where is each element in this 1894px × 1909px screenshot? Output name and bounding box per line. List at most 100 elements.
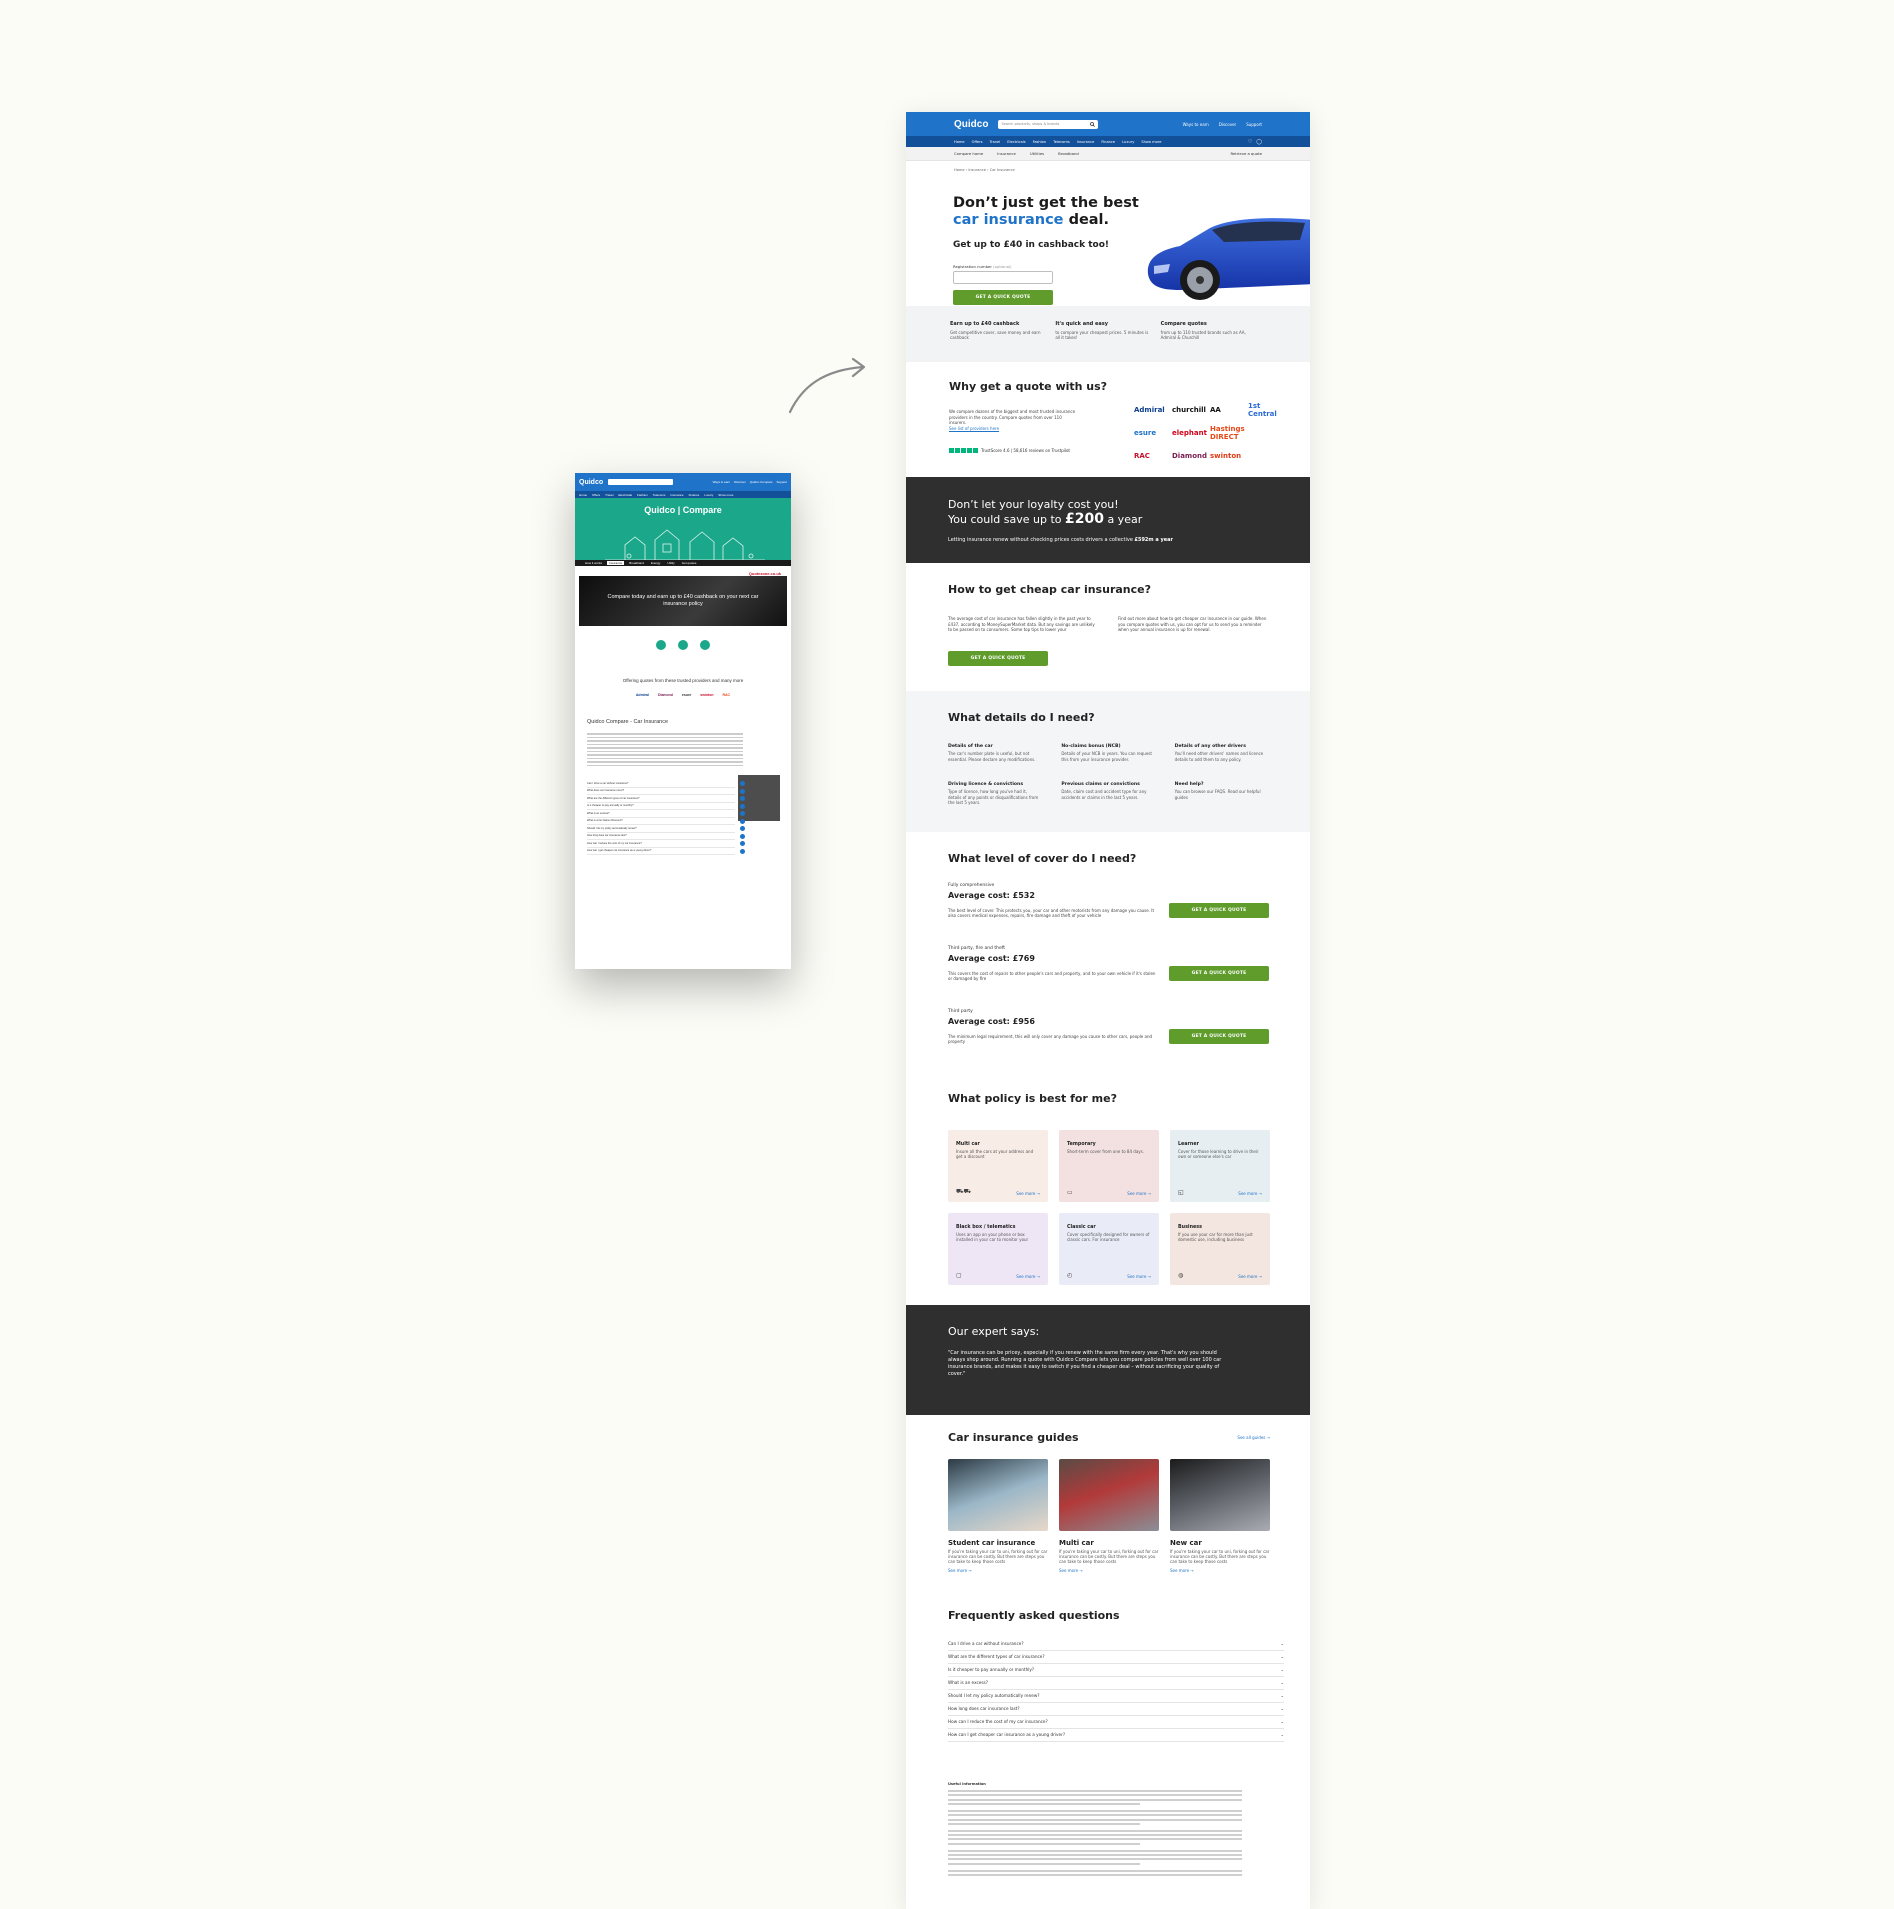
- old-nav-item[interactable]: Show more: [718, 493, 733, 497]
- policy-see-more-link[interactable]: See more →: [1238, 1191, 1262, 1196]
- header-link[interactable]: Discover: [1219, 122, 1236, 127]
- old-nav-item[interactable]: Offers: [592, 493, 600, 497]
- cover-quote-button[interactable]: GET A QUICK QUOTE: [1169, 1028, 1269, 1044]
- old-logo[interactable]: Quidco: [579, 479, 603, 486]
- sub-nav-item[interactable]: Insurance: [997, 151, 1016, 156]
- old-nav-item[interactable]: Travel: [605, 493, 613, 497]
- policy-see-more-link[interactable]: See more →: [1016, 1191, 1040, 1196]
- registration-input[interactable]: [953, 271, 1053, 284]
- policy-card[interactable]: Black box / telematics Uses an app on you…: [948, 1212, 1048, 1285]
- policy-see-more-link[interactable]: See more →: [1127, 1191, 1151, 1196]
- search-input[interactable]: Search products, shops & brands: [998, 119, 1099, 129]
- nav-item[interactable]: Fashion: [1033, 140, 1047, 144]
- nav-item[interactable]: Show more: [1141, 140, 1161, 144]
- old-faq-item[interactable]: What is a No Claims Discount?: [587, 818, 745, 825]
- faq-item[interactable]: How can I get cheaper car insurance as a…: [948, 1729, 1284, 1743]
- loyalty-text-body: Letting insurance renew without checking…: [948, 537, 1135, 543]
- old-tab[interactable]: Insurance: [607, 561, 625, 565]
- old-nav-item[interactable]: Fashion: [637, 493, 648, 497]
- guide-card[interactable]: New car If you're taking your car to uni,…: [1170, 1458, 1270, 1573]
- providers-link[interactable]: See list of providers here: [949, 426, 999, 431]
- old-tab[interactable]: Energy: [649, 561, 663, 565]
- old-header-link[interactable]: Quidco Compare: [750, 480, 773, 484]
- cheap-quote-button[interactable]: GET A QUICK QUOTE: [948, 650, 1048, 666]
- faq-item[interactable]: Is it cheaper to pay annually or monthly…: [948, 1664, 1284, 1678]
- old-header-link[interactable]: Discover: [734, 480, 746, 484]
- sub-nav-item[interactable]: Utilities: [1030, 151, 1044, 156]
- guide-text: If you're taking your car to uni, forkin…: [1170, 1548, 1270, 1564]
- sub-nav-item[interactable]: Compare home: [954, 151, 983, 156]
- retrieve-quote-link[interactable]: Retrieve a quote: [1230, 151, 1262, 156]
- heart-icon[interactable]: ♡: [1248, 139, 1252, 145]
- nav-item[interactable]: Offers: [972, 140, 983, 144]
- policy-card[interactable]: Learner Cover for those learning to drive…: [1170, 1129, 1270, 1202]
- faq-item[interactable]: What are the different types of car insu…: [948, 1651, 1284, 1665]
- old-header-link[interactable]: Ways to earn: [713, 480, 731, 484]
- old-faq-item[interactable]: Is it cheaper to pay annually or monthly…: [587, 803, 745, 810]
- policy-see-more-link[interactable]: See more →: [1127, 1274, 1151, 1279]
- provider-logo: RAC: [1134, 452, 1150, 460]
- old-search-input[interactable]: [608, 479, 674, 485]
- policy-see-more-link[interactable]: See more →: [1238, 1274, 1262, 1279]
- old-faq-item[interactable]: What is an excess?: [587, 810, 745, 818]
- old-faq-item[interactable]: How can I reduce the cost of my car insu…: [587, 840, 745, 848]
- search-icon[interactable]: [1090, 121, 1096, 127]
- faq-item[interactable]: Should I let my policy automatically ren…: [948, 1690, 1284, 1704]
- nav-item[interactable]: Luxury: [1122, 140, 1134, 144]
- faq-item[interactable]: How long does car insurance last? ⌄: [948, 1703, 1284, 1717]
- old-nav-item[interactable]: Telecoms: [653, 493, 666, 497]
- old-nav-item[interactable]: Home: [579, 493, 587, 497]
- nav-item[interactable]: Home: [954, 140, 965, 144]
- nav-item[interactable]: Travel: [990, 140, 1001, 144]
- fine-print-line: [948, 1794, 1243, 1797]
- user-icon[interactable]: ◯: [1256, 139, 1262, 145]
- policy-card[interactable]: Multi car Insure all the cars at your add…: [948, 1129, 1048, 1202]
- see-all-guides-link[interactable]: See all guides →: [1237, 1435, 1270, 1440]
- old-header-link[interactable]: Support: [776, 480, 787, 484]
- faq-item[interactable]: Can I drive a car without insurance? ⌄: [948, 1638, 1284, 1652]
- old-faq-item[interactable]: Can I drive a car without insurance?: [587, 780, 745, 788]
- old-tab[interactable]: Utility: [665, 561, 676, 565]
- old-tab[interactable]: Get quotes: [680, 561, 699, 565]
- policy-icon: ◴: [1067, 1271, 1073, 1279]
- guide-card[interactable]: Student car insurance If you're taking yo…: [948, 1458, 1048, 1573]
- hero-quote-button[interactable]: GET A QUICK QUOTE: [953, 290, 1053, 305]
- old-nav-item[interactable]: Finance: [689, 493, 700, 497]
- detail-title: Details of the car: [948, 744, 993, 749]
- nav-item[interactable]: Insurance: [1077, 140, 1095, 144]
- header-link[interactable]: Ways to earn: [1183, 122, 1209, 127]
- usp-item: Earn up to £40 cashback Get competitive c…: [950, 321, 1055, 362]
- header-link[interactable]: Support: [1246, 122, 1262, 127]
- faq-item[interactable]: How can I reduce the cost of my car insu…: [948, 1716, 1284, 1730]
- guide-card[interactable]: Multi car If you're taking your car to un…: [1059, 1458, 1159, 1573]
- fine-print: Useful information: [906, 1742, 1310, 1876]
- policy-card[interactable]: Temporary Short-term cover from one to 84…: [1059, 1129, 1159, 1202]
- cover-quote-button[interactable]: GET A QUICK QUOTE: [1169, 965, 1269, 981]
- cover-quote-button[interactable]: GET A QUICK QUOTE: [1169, 902, 1269, 918]
- old-faq-item[interactable]: How can I get cheaper car insurance as a…: [587, 848, 745, 855]
- old-nav-item[interactable]: Electricals: [618, 493, 632, 497]
- old-tab[interactable]: How it works: [583, 561, 604, 565]
- policy-see-more-link[interactable]: See more →: [1016, 1274, 1040, 1279]
- old-hero-title: Quidco | Compare: [644, 505, 722, 515]
- provider-logo: swinton: [1210, 452, 1242, 460]
- old-faq-item[interactable]: What are the different types of car insu…: [587, 795, 745, 803]
- faq-item[interactable]: What is an excess? ⌄: [948, 1677, 1284, 1691]
- policy-card[interactable]: Classic car Cover specifically designed f…: [1059, 1212, 1159, 1285]
- policy-card[interactable]: Business If you use your car for more tha…: [1170, 1212, 1270, 1285]
- nav-item[interactable]: Finance: [1101, 140, 1115, 144]
- quidco-logo[interactable]: Quidco: [954, 119, 988, 130]
- old-nav-item[interactable]: Insurance: [670, 493, 683, 497]
- nav-items: Home Offers Travel Electricals Fashion Teleco…: [954, 140, 1162, 144]
- trustpilot-text[interactable]: TrustScore 4.6 | 58,616 reviews on Trust…: [981, 448, 1070, 453]
- old-nav-item[interactable]: Luxury: [704, 493, 713, 497]
- old-faq-item[interactable]: Should I let my policy automatically ren…: [587, 825, 745, 833]
- nav-item[interactable]: Electricals: [1007, 140, 1025, 144]
- faq-question: Is it cheaper to pay annually or monthly…: [948, 1667, 1035, 1673]
- old-faq-item[interactable]: How long does car insurance last?: [587, 833, 745, 840]
- chevron-down-icon: ⌄: [1280, 1654, 1284, 1660]
- sub-nav-item[interactable]: Broadband: [1058, 151, 1079, 156]
- nav-item[interactable]: Telecoms: [1053, 140, 1070, 144]
- old-faq-item[interactable]: What does car insurance cover?: [587, 788, 745, 795]
- old-tab[interactable]: Broadband: [627, 561, 646, 565]
